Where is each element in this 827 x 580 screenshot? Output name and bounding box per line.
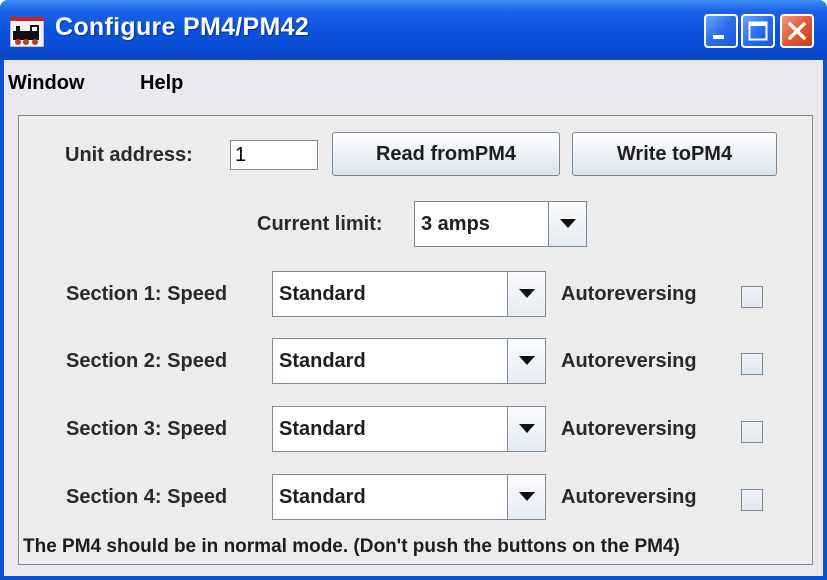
current-limit-dropdown-button[interactable]: [548, 202, 586, 246]
chevron-down-icon: [519, 356, 535, 365]
section-2-speed-select[interactable]: Standard: [272, 338, 546, 384]
section-3-autoreversing-label: Autoreversing: [561, 418, 697, 440]
section-1-dropdown-button[interactable]: [507, 272, 545, 316]
menu-help[interactable]: Help: [140, 72, 183, 95]
section-1-autoreversing-checkbox[interactable]: [741, 286, 763, 308]
section-1-speed-select[interactable]: Standard: [272, 271, 546, 317]
unit-address-label: Unit address:: [65, 144, 193, 166]
section-2-label: Section 2: Speed: [66, 350, 228, 372]
menu-window[interactable]: Window: [8, 72, 84, 95]
write-to-pm4-button[interactable]: Write toPM4: [572, 132, 777, 176]
section-4-autoreversing-label: Autoreversing: [561, 486, 697, 508]
menu-bar: Window Help: [4, 60, 823, 106]
section-3-label: Section 3: Speed: [66, 418, 228, 440]
window-title: Configure PM4/PM42: [55, 13, 310, 41]
config-panel: Unit address: Read fromPM4 Write toPM4 C…: [18, 115, 813, 565]
locomotive-app-icon: [10, 17, 44, 47]
current-limit-label: Current limit:: [257, 213, 383, 235]
section-3-speed-select[interactable]: Standard: [272, 406, 546, 452]
section-1-speed-value: Standard: [279, 283, 366, 305]
maximize-button[interactable]: [741, 14, 775, 48]
chevron-down-icon: [519, 424, 535, 433]
read-from-pm4-button[interactable]: Read fromPM4: [332, 132, 560, 176]
section-4-autoreversing-checkbox[interactable]: [741, 489, 763, 511]
chevron-down-icon: [519, 289, 535, 298]
current-limit-select[interactable]: 3 amps: [414, 201, 587, 247]
section-2-dropdown-button[interactable]: [507, 339, 545, 383]
section-2-autoreversing-label: Autoreversing: [561, 350, 697, 372]
section-3-speed-value: Standard: [279, 418, 366, 440]
close-icon: [788, 22, 806, 40]
window-content: Window Help Unit address: Read fromPM4 W…: [4, 60, 823, 576]
close-button[interactable]: [780, 14, 814, 48]
section-1-label: Section 1: Speed: [66, 283, 228, 305]
maximize-icon: [748, 21, 768, 41]
title-bar[interactable]: Configure PM4/PM42: [0, 0, 827, 60]
section-2-speed-value: Standard: [279, 350, 366, 372]
section-4-dropdown-button[interactable]: [507, 475, 545, 519]
chevron-down-icon: [560, 219, 576, 228]
chevron-down-icon: [519, 492, 535, 501]
section-3-dropdown-button[interactable]: [507, 407, 545, 451]
configure-window: Configure PM4/PM42 Window Help Unit addr…: [0, 0, 827, 580]
section-4-speed-select[interactable]: Standard: [272, 474, 546, 520]
normal-mode-note: The PM4 should be in normal mode. (Don't…: [23, 536, 680, 557]
unit-address-input[interactable]: [230, 140, 318, 170]
section-4-speed-value: Standard: [279, 486, 366, 508]
minimize-button[interactable]: [704, 14, 738, 48]
section-2-autoreversing-checkbox[interactable]: [741, 353, 763, 375]
section-1-autoreversing-label: Autoreversing: [561, 283, 697, 305]
current-limit-value: 3 amps: [421, 213, 490, 235]
section-3-autoreversing-checkbox[interactable]: [741, 421, 763, 443]
minimize-icon: [713, 35, 724, 39]
section-4-label: Section 4: Speed: [66, 486, 228, 508]
